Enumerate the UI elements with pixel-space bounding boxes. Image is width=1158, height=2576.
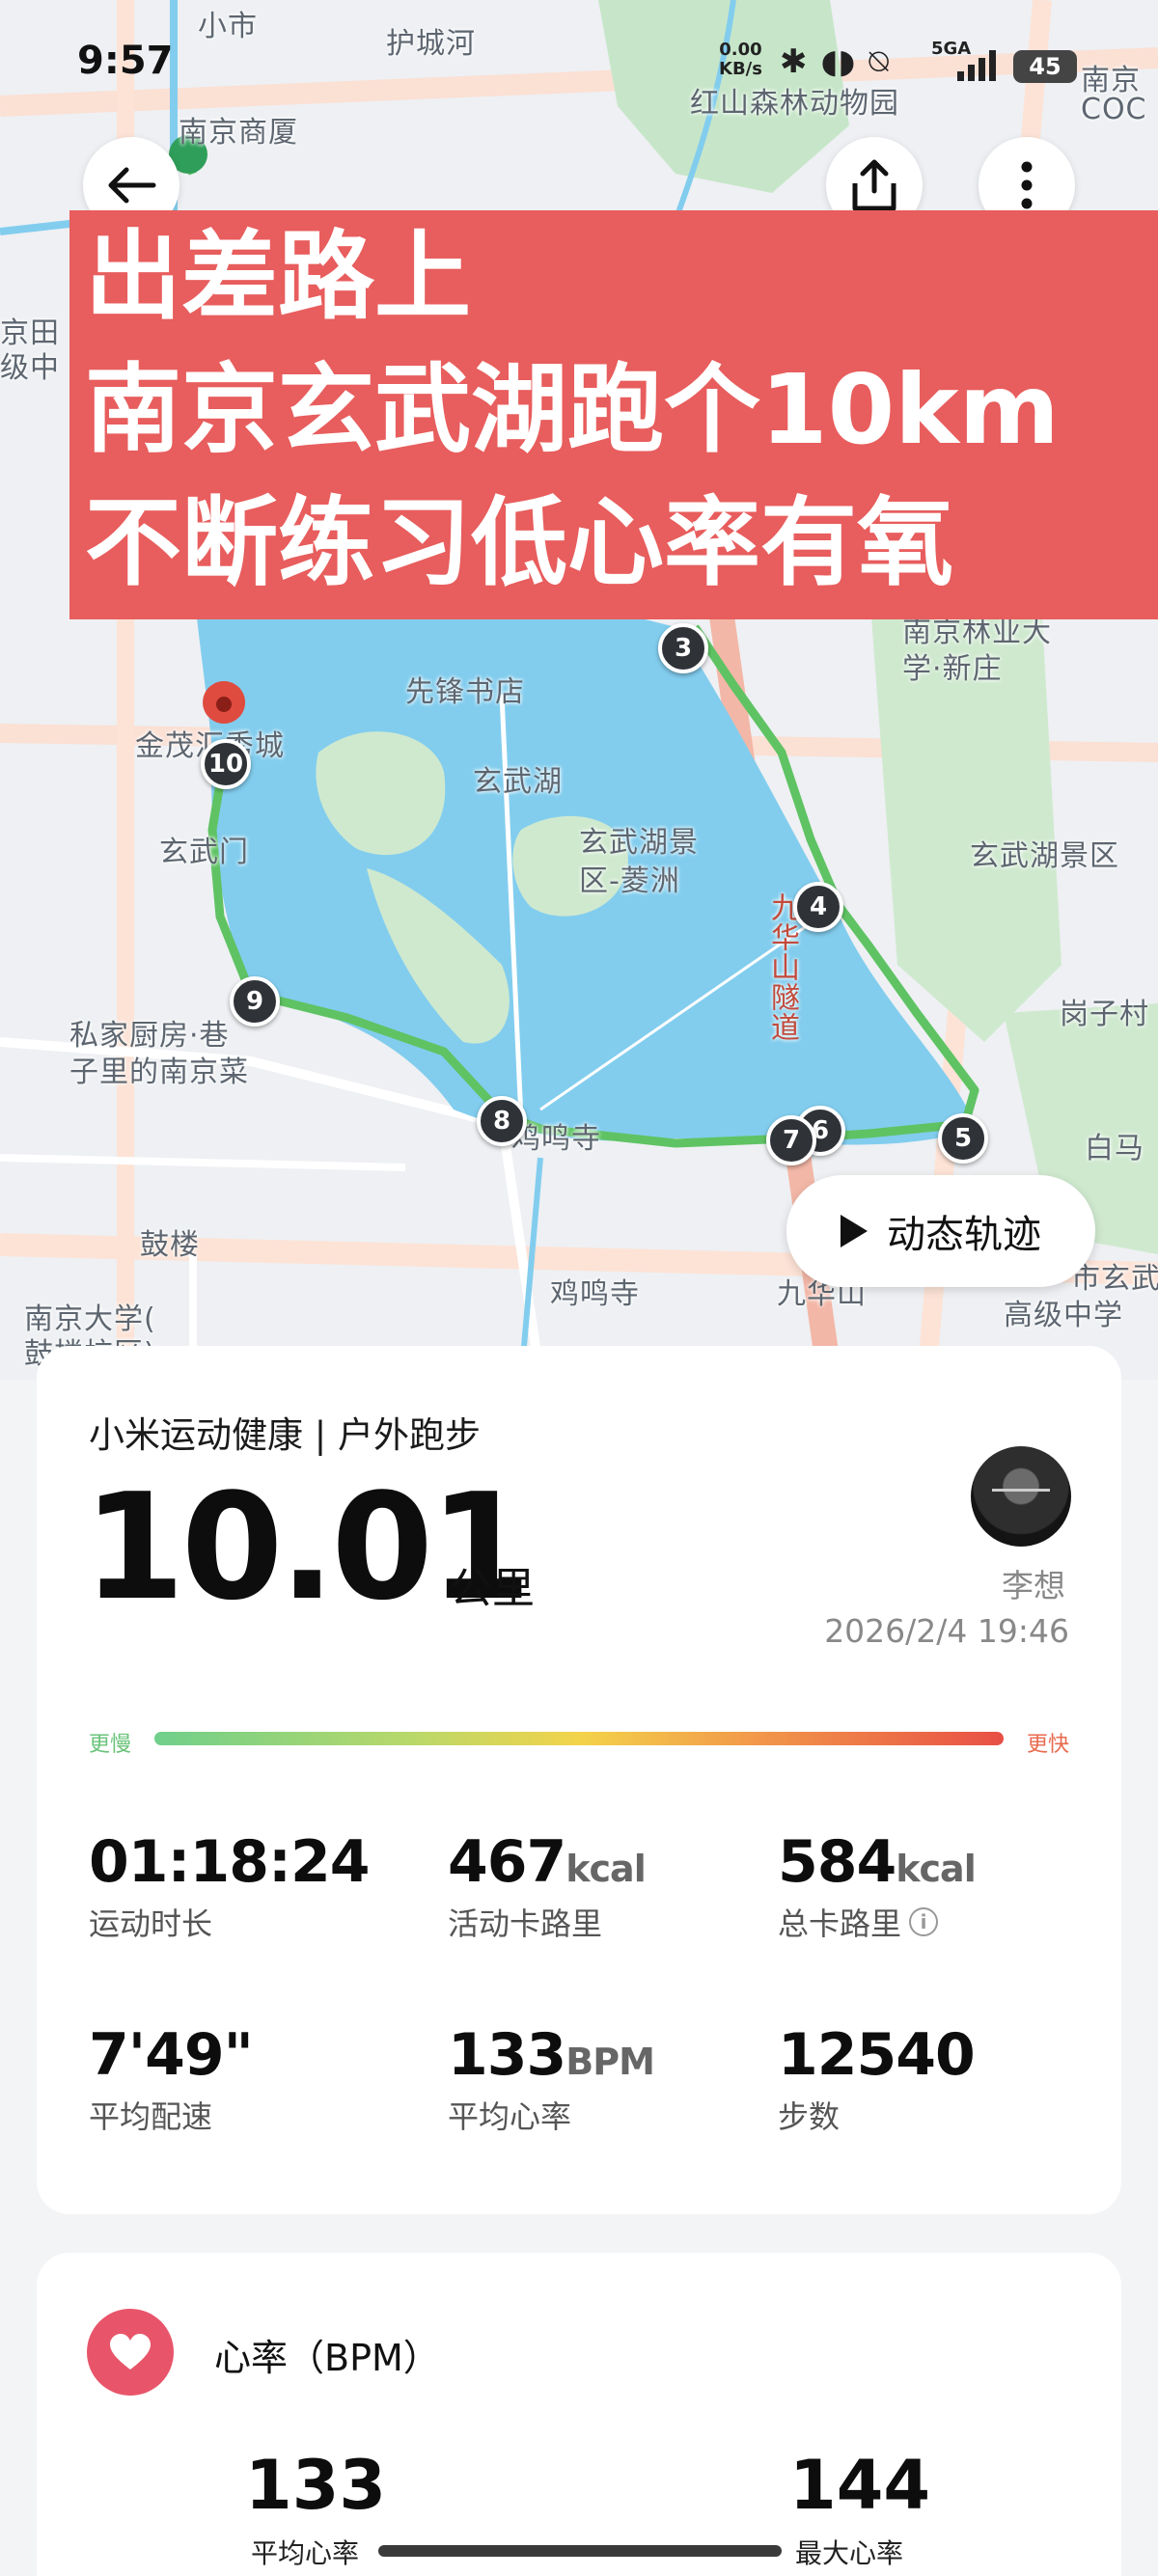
stat-avg-heart-rate: 133BPM 平均心率 <box>448 2021 655 2137</box>
workout-summary-card: 小米运动健康 | 户外跑步 10.01 公里 李想 2026/2/4 19:46… <box>37 1346 1121 2214</box>
heart-rate-card[interactable]: 心率（BPM） 133 平均心率 144 最大心率 <box>37 2253 1121 2576</box>
share-icon <box>852 159 896 211</box>
stat-avg-pace: 7'49" 平均配速 <box>89 2021 254 2137</box>
km-marker[interactable]: 7 <box>766 1115 816 1165</box>
stat-unit: BPM <box>565 2041 655 2083</box>
stat-label: 平均配速 <box>89 2098 213 2135</box>
map-label: 鼓楼 <box>140 1228 200 1262</box>
status-time: 9:57 <box>77 39 174 83</box>
avg-heart-rate-value: 133 <box>245 2446 387 2525</box>
km-marker[interactable]: 10 <box>201 739 251 789</box>
stat-unit: kcal <box>896 1848 976 1890</box>
pace-slow-label: 更慢 <box>89 1733 132 1757</box>
stat-value: 01:18:24 <box>89 1828 370 1896</box>
stat-unit: kcal <box>565 1848 646 1890</box>
km-marker[interactable]: 4 <box>793 882 843 932</box>
stat-total-calories: 584kcal 总卡路里 i <box>778 1828 977 1944</box>
stat-label: 活动卡路里 <box>448 1905 603 1942</box>
max-heart-rate-value: 144 <box>789 2446 931 2525</box>
bluetooth-icon: ✱ <box>780 42 808 81</box>
map-label: 鸡鸣寺 <box>550 1277 640 1311</box>
stat-label: 平均心率 <box>448 2098 572 2135</box>
dynamic-track-label: 动态轨迹 <box>887 1213 1041 1257</box>
pace-fast-label: 更快 <box>1026 1733 1069 1757</box>
heart-shape-icon <box>110 2334 151 2370</box>
stat-active-calories: 467kcal 活动卡路里 <box>448 1828 647 1944</box>
stat-value: 467 <box>448 1828 566 1896</box>
info-icon[interactable]: i <box>909 1907 939 1936</box>
stat-value: 12540 <box>778 2021 976 2089</box>
mute-icon: ⍉ <box>868 42 889 81</box>
network-speed-unit: KB/s <box>719 59 762 79</box>
avatar-glasses-icon <box>992 1489 1050 1498</box>
status-icons: ✱ ◖◗ ⍉ <box>780 42 889 81</box>
battery-indicator: 45 <box>1013 50 1077 83</box>
stat-steps: 12540 步数 <box>778 2021 976 2137</box>
heart-icon <box>87 2309 174 2396</box>
stat-label: 总卡路里 <box>778 1905 902 1942</box>
map-label: 玄武湖 <box>473 765 563 799</box>
avatar[interactable] <box>971 1446 1071 1547</box>
more-vertical-icon <box>1021 161 1033 209</box>
map-label: 岗子村 <box>1060 998 1149 1031</box>
dynamic-track-button[interactable]: 动态轨迹 <box>786 1175 1095 1287</box>
avg-heart-rate-label: 平均心率 <box>251 2537 360 2569</box>
back-arrow-icon <box>108 167 156 204</box>
map-label: 玄武湖景 <box>579 826 699 860</box>
workout-datetime: 2026/2/4 19:46 <box>824 1612 1069 1650</box>
stat-value: 584 <box>778 1828 896 1896</box>
network-speed-value: 0.00 <box>719 40 762 60</box>
km-marker[interactable]: 8 <box>477 1096 527 1146</box>
km-marker[interactable]: 5 <box>938 1113 988 1164</box>
map-label: 玄武湖景区 <box>970 839 1119 873</box>
map-label: 学·新庄 <box>902 652 1003 686</box>
map-label: 先锋书店 <box>405 675 525 709</box>
pace-gradient-bar <box>154 1732 1004 1745</box>
workout-source: 小米运动健康 | 户外跑步 <box>89 1414 481 1456</box>
caption-line: 南京玄武湖跑个10km <box>85 353 1060 466</box>
status-bar: 9:57 0.00 KB/s ✱ ◖◗ ⍉ 5GA 45 <box>0 0 1158 125</box>
play-icon <box>841 1215 868 1247</box>
earbuds-icon: ◖◗ <box>820 42 856 81</box>
user-name: 李想 <box>1002 1567 1065 1604</box>
map-label: 区-菱洲 <box>579 864 680 898</box>
network-speed: 0.00 KB/s <box>719 41 762 79</box>
stat-label: 运动时长 <box>89 1905 213 1942</box>
stat-duration: 01:18:24 运动时长 <box>89 1828 370 1944</box>
caption-overlay: 出差路上 南京玄武湖跑个10km 不断练习低心率有氧 <box>69 210 1158 619</box>
km-marker[interactable]: 3 <box>658 623 708 673</box>
caption-line: 出差路上 <box>85 220 471 333</box>
stat-label: 步数 <box>778 2098 841 2135</box>
distance-unit: 公里 <box>450 1564 535 1613</box>
heart-rate-title: 心率（BPM） <box>214 2337 440 2379</box>
caption-line: 不断练习低心率有氧 <box>85 486 953 599</box>
stat-value: 133 <box>448 2021 566 2089</box>
map-label: 白马 <box>1085 1132 1144 1165</box>
km-marker[interactable]: 9 <box>230 976 280 1027</box>
heart-rate-range-bar <box>378 2545 782 2557</box>
max-heart-rate-label: 最大心率 <box>795 2537 904 2569</box>
stat-value: 7'49" <box>89 2021 254 2089</box>
signal-icon <box>957 50 996 81</box>
map-label: 子里的南京菜 <box>69 1055 249 1089</box>
map-label: 级中 <box>0 351 60 385</box>
map-label: 高级中学 <box>1004 1299 1123 1332</box>
map-label: 玄武门 <box>159 836 249 869</box>
